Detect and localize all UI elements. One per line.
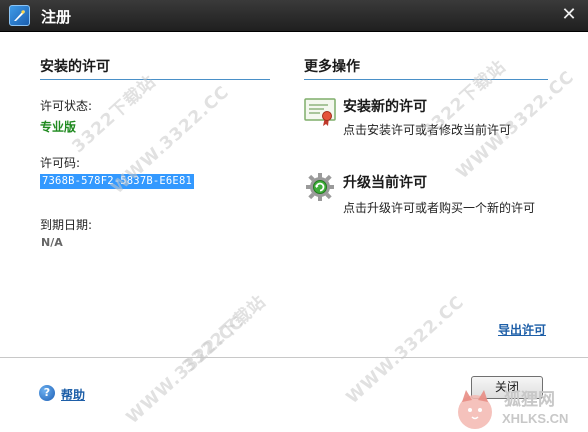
footer-divider xyxy=(0,357,588,358)
expiry-date-label: 到期日期: xyxy=(40,218,93,232)
help-link[interactable]: 帮助 xyxy=(61,386,85,403)
close-button[interactable]: 关闭 xyxy=(471,376,543,399)
export-license-link[interactable]: 导出许可 xyxy=(498,321,546,338)
watermark-site: 3322下载站 xyxy=(178,291,271,378)
certificate-icon[interactable] xyxy=(304,97,336,127)
license-key-value[interactable]: 7368B-578F2-5837B-E6E81 xyxy=(40,174,194,189)
expiry-date-value: N/A xyxy=(41,236,63,249)
help-icon[interactable]: ? xyxy=(39,385,55,401)
upgrade-license-title[interactable]: 升级当前许可 xyxy=(343,172,427,192)
license-status-value: 专业版 xyxy=(40,120,77,134)
more-actions-heading: 更多操作 xyxy=(304,59,360,75)
upgrade-gear-icon[interactable] xyxy=(304,170,336,202)
app-icon xyxy=(9,5,30,26)
close-icon[interactable]: ✕ xyxy=(558,4,580,26)
upgrade-license-desc: 点击升级许可或者购买一个新的许可 xyxy=(343,201,536,215)
watermark-url: WWW.3322.CC xyxy=(342,292,469,408)
install-new-license-title[interactable]: 安装新的许可 xyxy=(343,96,427,116)
title-bar: 注册 ✕ xyxy=(0,0,588,32)
license-status-label: 许可状态: xyxy=(40,99,93,113)
logo-en-text: XHLKS.CN xyxy=(502,411,568,426)
license-key-label: 许可码: xyxy=(40,156,81,170)
watermark-url: WWW.3322.CC xyxy=(122,312,249,428)
installed-license-heading: 安装的许可 xyxy=(40,59,110,75)
window-title: 注册 xyxy=(41,8,72,26)
left-divider xyxy=(40,79,270,80)
right-divider xyxy=(304,79,548,80)
install-new-license-desc: 点击安装许可或者修改当前许可 xyxy=(343,123,512,137)
